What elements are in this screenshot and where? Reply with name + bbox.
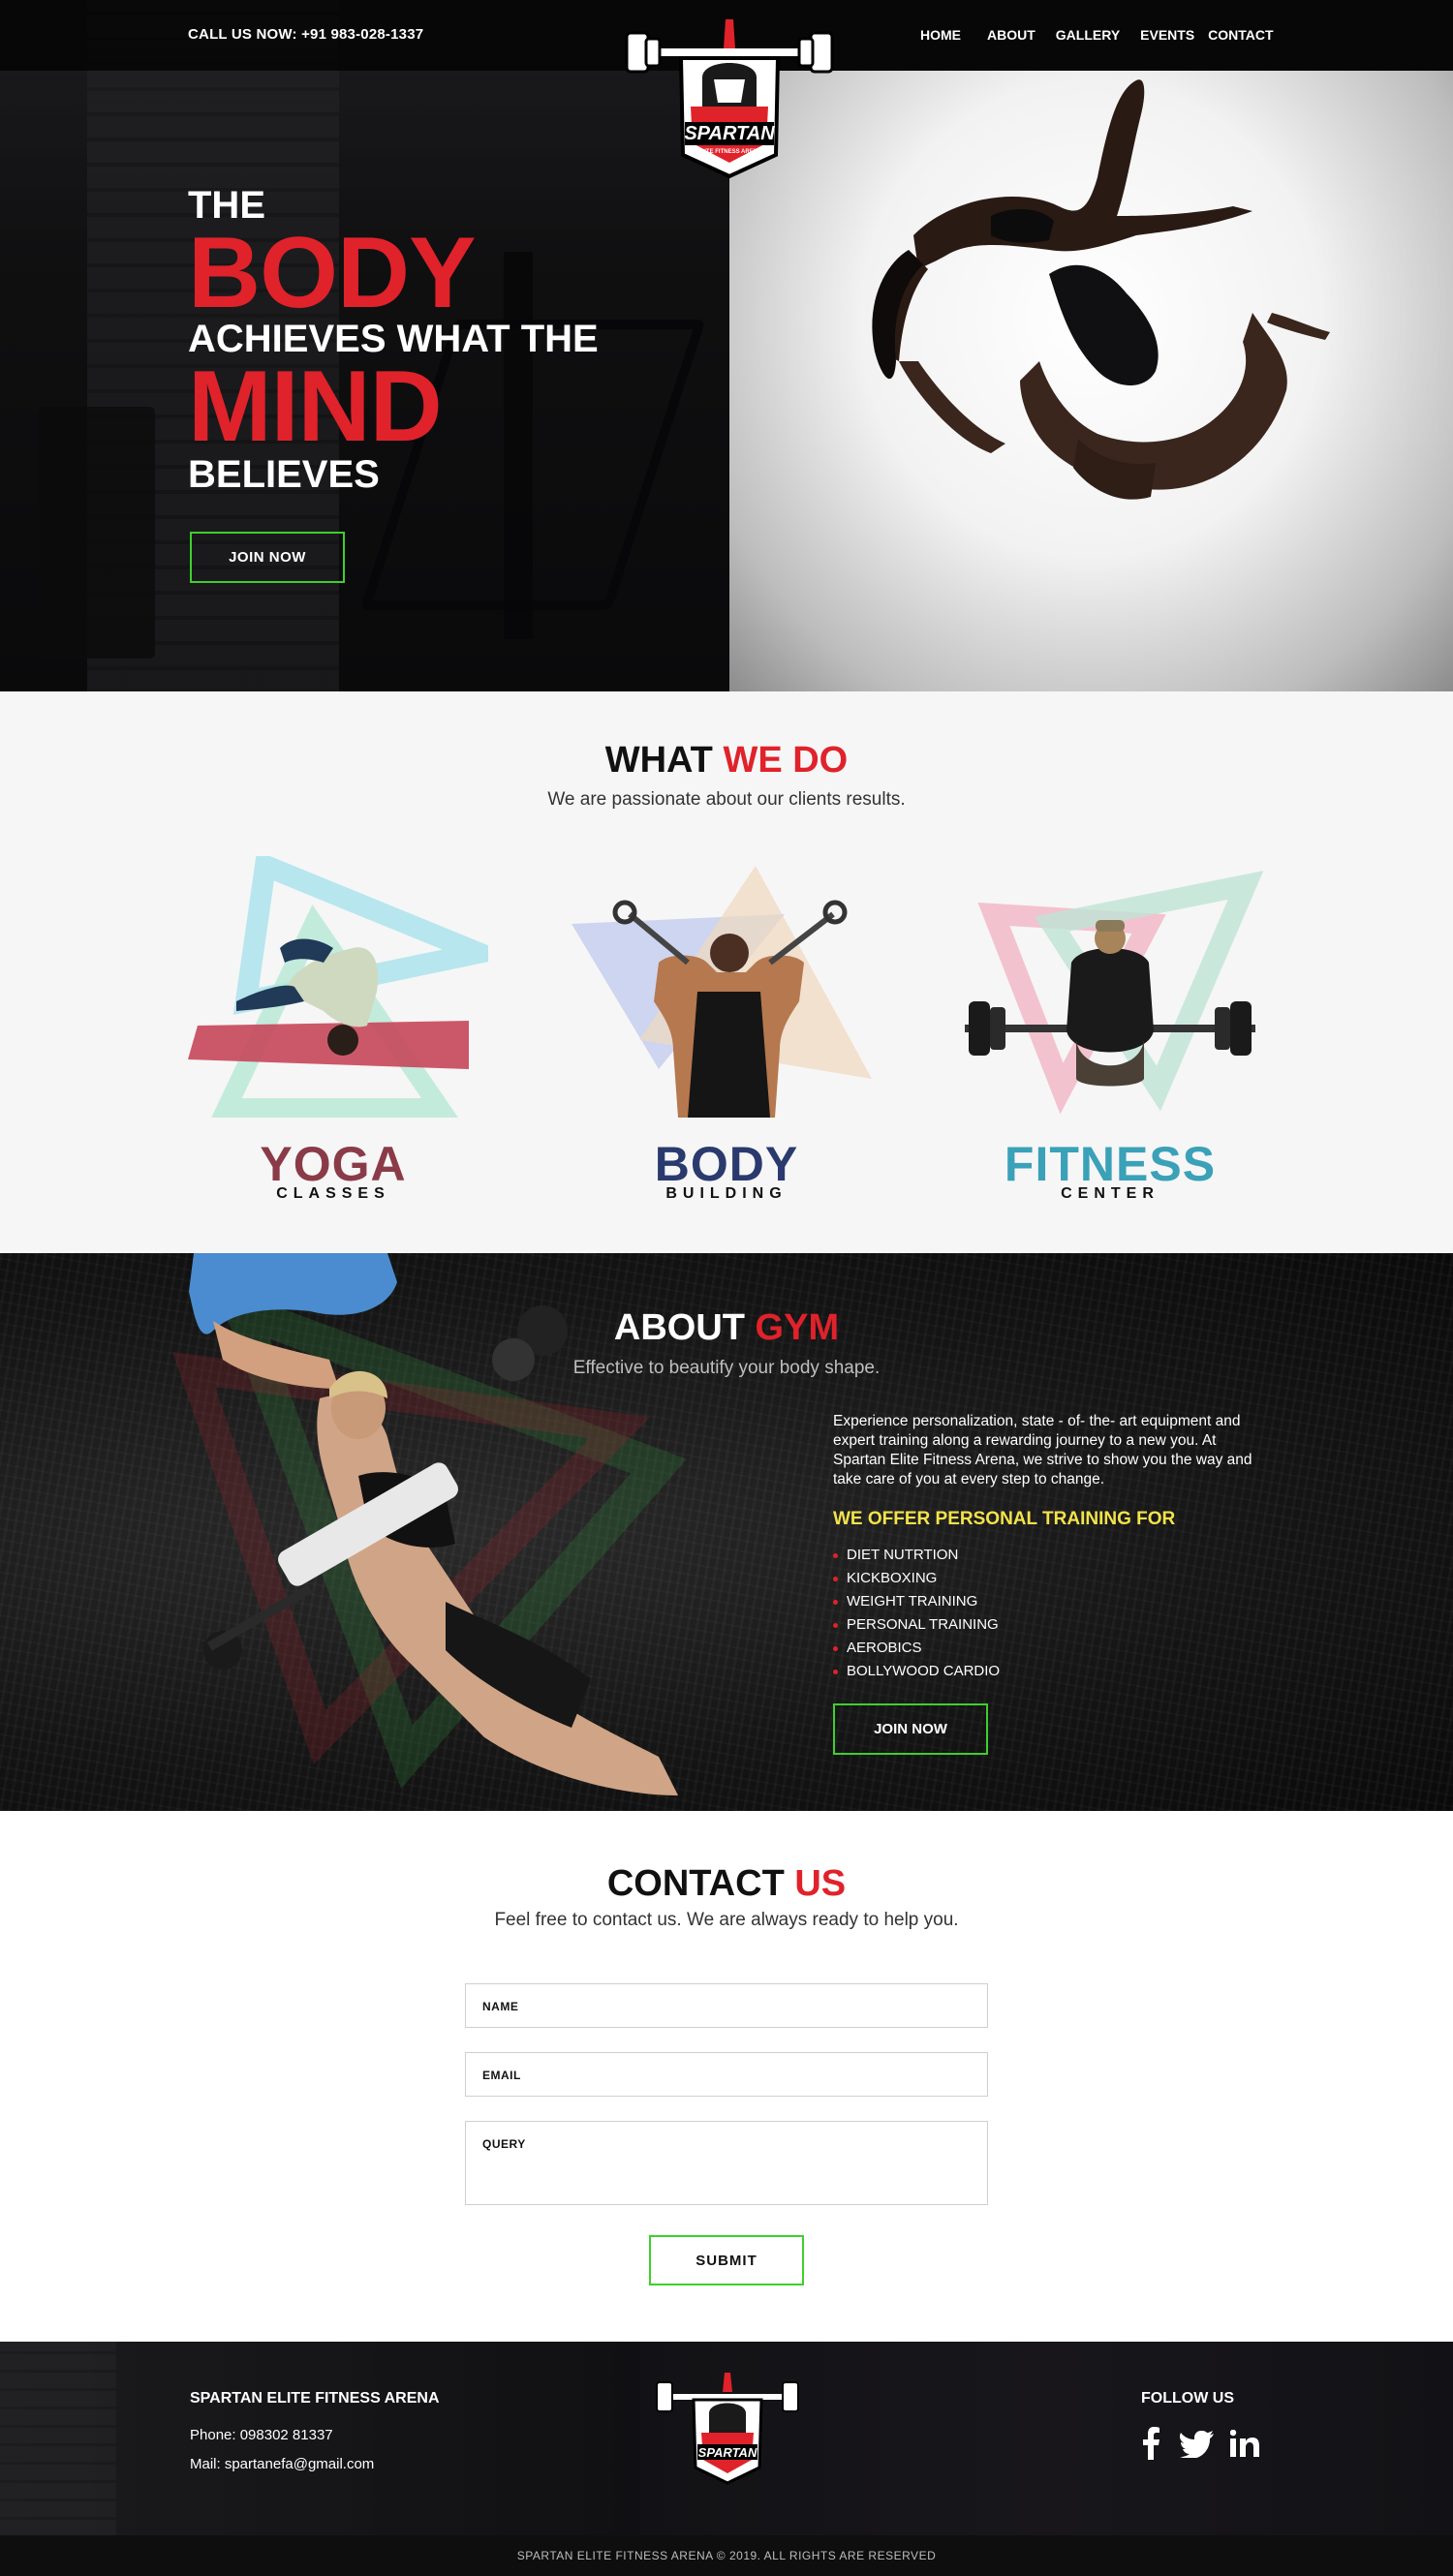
- offer-list: DIET NUTRTION KICKBOXING WEIGHT TRAINING…: [833, 1544, 1000, 1683]
- contact-subtitle: Feel free to contact us. We are always r…: [494, 1910, 959, 1930]
- nav-gallery[interactable]: GALLERY: [1056, 27, 1120, 43]
- list-item: WEIGHT TRAINING: [833, 1590, 1000, 1613]
- service-sub: CENTER: [1061, 1185, 1159, 1202]
- call-prefix: CALL US NOW:: [188, 26, 297, 43]
- hero-section: CALL US NOW: +91 983-028-1337 HOME ABOUT…: [0, 0, 1453, 691]
- list-item: DIET NUTRTION: [833, 1544, 1000, 1567]
- footer-mail[interactable]: Mail: spartanefa@gmail.com: [190, 2456, 374, 2472]
- service-fitness-center[interactable]: FITNESS CENTER: [955, 856, 1265, 1224]
- logo-tagline: ELITE FITNESS ARENA: [697, 149, 762, 155]
- hero-headline: THE BODY ACHIEVES WHAT THE MIND BELIEVES: [188, 184, 599, 496]
- about-subtitle: Effective to beautify your body shape.: [572, 1358, 881, 1378]
- what-we-do-title: WHAT WE DO: [604, 740, 849, 781]
- linkedin-icon[interactable]: [1230, 2430, 1259, 2457]
- list-item: BOLLYWOOD CARDIO: [833, 1660, 1000, 1683]
- footer-phone: Phone: 098302 81337: [190, 2427, 333, 2443]
- bodybuilding-illustration: [572, 866, 872, 1118]
- follow-us-label: FOLLOW US: [1141, 2390, 1234, 2407]
- nav-home[interactable]: HOME: [920, 27, 961, 43]
- twitter-icon[interactable]: [1180, 2431, 1215, 2458]
- hero-acrobat-photo: [729, 71, 1453, 691]
- list-item: AEROBICS: [833, 1637, 1000, 1660]
- footer: SPARTAN ELITE FITNESS ARENA Phone: 09830…: [0, 2342, 1453, 2535]
- nav-contact[interactable]: CONTACT: [1208, 27, 1273, 43]
- list-item: KICKBOXING: [833, 1567, 1000, 1590]
- service-name: BODY: [654, 1137, 799, 1191]
- facebook-icon[interactable]: [1141, 2427, 1160, 2460]
- service-sub: CLASSES: [276, 1185, 390, 1202]
- copyright: SPARTAN ELITE FITNESS ARENA © 2019. ALL …: [0, 2535, 1453, 2576]
- offer-title: WE OFFER PERSONAL TRAINING FOR: [833, 1509, 1176, 1529]
- about-title: ABOUT GYM: [613, 1307, 840, 1348]
- footer-spartan-logo[interactable]: SPARTAN: [655, 2373, 800, 2489]
- query-field[interactable]: QUERY: [465, 2121, 988, 2205]
- hero-join-button[interactable]: JOIN NOW: [190, 532, 345, 583]
- email-label: EMAIL: [482, 2069, 521, 2082]
- logo-text: SPARTAN: [684, 123, 775, 144]
- phone-link[interactable]: +91 983-028-1337: [301, 26, 423, 43]
- nav-events[interactable]: EVENTS: [1140, 27, 1194, 43]
- main-nav: HOME ABOUT GALLERY EVENTS CONTACT: [920, 27, 1274, 43]
- service-sub: BUILDING: [665, 1185, 788, 1202]
- name-field[interactable]: NAME: [465, 1983, 988, 2028]
- hero-line-body: BODY: [188, 217, 476, 329]
- what-we-do-subtitle: We are passionate about our clients resu…: [547, 789, 906, 810]
- name-label: NAME: [482, 2000, 519, 2013]
- contact-section: CONTACT US Feel free to contact us. We a…: [0, 1811, 1453, 2342]
- service-name: YOGA: [260, 1137, 407, 1191]
- service-body-building[interactable]: BODY BUILDING: [572, 856, 881, 1224]
- about-section: ABOUT GYM Effective to beautify your bod…: [0, 1253, 1453, 1811]
- footer-brand: SPARTAN ELITE FITNESS ARENA: [190, 2390, 440, 2407]
- footer-logo-text: SPARTAN: [698, 2445, 757, 2460]
- hero-line-mind: MIND: [188, 351, 443, 463]
- service-name: FITNESS: [1004, 1137, 1217, 1191]
- yoga-illustration: [188, 856, 488, 1118]
- contact-title: CONTACT US: [606, 1863, 847, 1904]
- call-us: CALL US NOW: +91 983-028-1337: [188, 26, 423, 43]
- nav-about[interactable]: ABOUT: [987, 27, 1036, 43]
- service-yoga[interactable]: YOGA CLASSES: [178, 856, 488, 1224]
- submit-button[interactable]: SUBMIT: [649, 2235, 804, 2285]
- spartan-logo[interactable]: SPARTAN ELITE FITNESS ARENA: [625, 19, 834, 184]
- what-we-do-section: WHAT WE DO We are passionate about our c…: [0, 691, 1453, 1253]
- query-label: QUERY: [482, 2137, 526, 2151]
- acrobatic-couple-image: [872, 79, 1330, 500]
- about-paragraph: Experience personalization, state - of- …: [833, 1413, 1252, 1487]
- email-field[interactable]: EMAIL: [465, 2052, 988, 2097]
- list-item: PERSONAL TRAINING: [833, 1613, 1000, 1637]
- fitness-illustration: [965, 871, 1264, 1115]
- about-join-button[interactable]: JOIN NOW: [833, 1703, 988, 1755]
